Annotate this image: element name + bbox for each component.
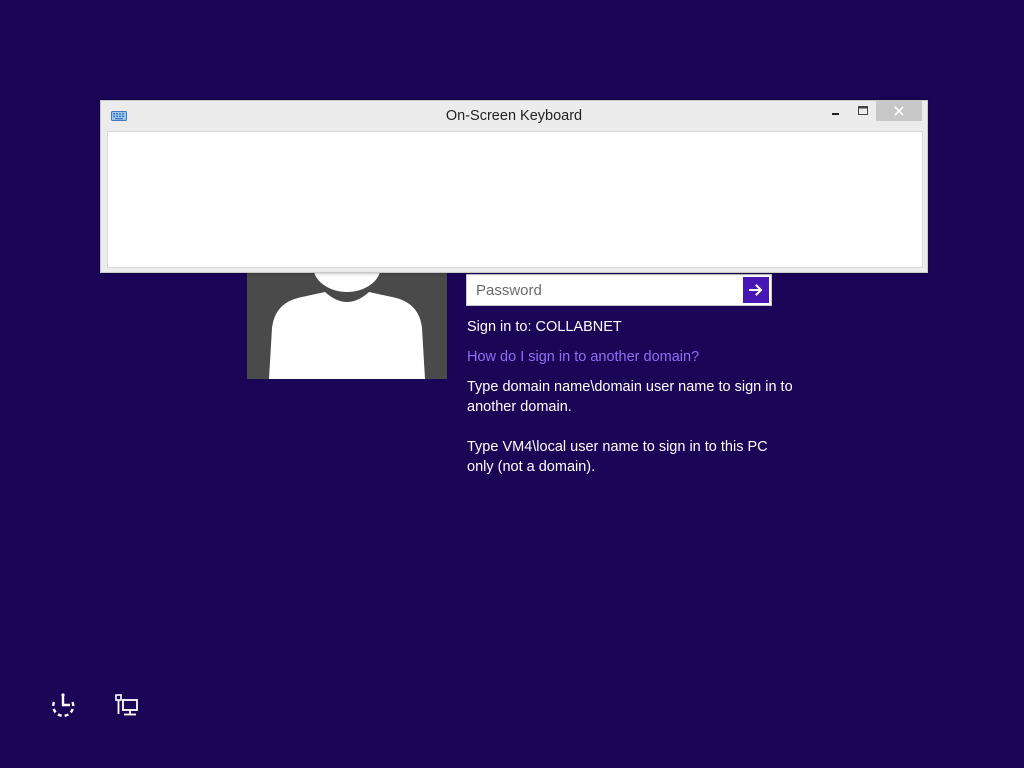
- minimize-button[interactable]: [823, 101, 849, 121]
- close-button[interactable]: [876, 101, 922, 121]
- login-screen: Sign in to: COLLABNET How do I sign in t…: [0, 0, 1024, 768]
- network-button[interactable]: [113, 692, 141, 720]
- submit-button[interactable]: [743, 277, 769, 303]
- osk-keyboard-area[interactable]: [107, 131, 923, 268]
- on-screen-keyboard-window: On-Screen Keyboard: [100, 100, 928, 273]
- network-icon: [115, 694, 138, 716]
- osk-window-title: On-Screen Keyboard: [445, 108, 583, 124]
- password-input[interactable]: [467, 275, 741, 305]
- minimize-icon: [832, 113, 839, 115]
- maximize-icon: [858, 106, 868, 115]
- ease-of-access-button[interactable]: [49, 692, 77, 720]
- domain-signin-hint: Type domain name\domain user name to sig…: [467, 379, 793, 415]
- sign-in-domain-label: Sign in to: COLLABNET: [467, 319, 622, 335]
- maximize-button[interactable]: [850, 101, 876, 121]
- ease-of-access-icon: [52, 693, 75, 718]
- close-icon: [894, 106, 904, 116]
- password-field-container: [466, 274, 772, 306]
- osk-titlebar[interactable]: On-Screen Keyboard: [101, 101, 927, 131]
- arrow-right-icon: [749, 284, 763, 296]
- local-signin-hint: Type VM4\local user name to sign in to t…: [467, 439, 768, 475]
- other-domain-help-link[interactable]: How do I sign in to another domain?: [467, 347, 699, 367]
